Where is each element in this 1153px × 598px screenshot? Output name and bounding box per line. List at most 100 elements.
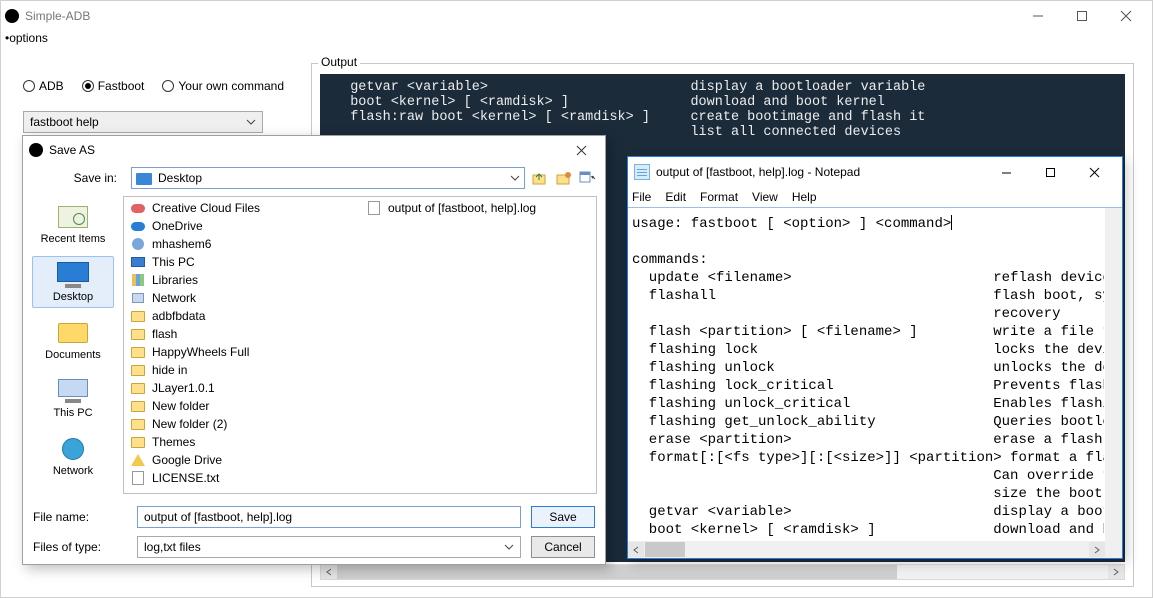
file-item-label: HappyWheels Full [152,345,249,359]
view-menu-button[interactable] [579,169,597,187]
file-item-label: Libraries [152,273,198,287]
file-item[interactable]: JLayer1.0.1 [124,379,360,397]
maximize-button[interactable] [1060,2,1104,30]
file-item-label: Creative Cloud Files [152,201,260,215]
file-item[interactable]: output of [fastboot, help].log [360,199,596,217]
dialog-icon [29,143,43,157]
dialog-close-button[interactable] [563,138,599,162]
file-item[interactable]: Google Drive [124,451,360,469]
folder-icon [131,437,145,448]
folder-icon [131,329,145,340]
folder-icon [131,347,145,358]
txt-icon [368,201,380,215]
lib-icon [132,274,144,286]
monitor-icon [57,262,89,282]
close-button[interactable] [1104,2,1148,30]
menu-options[interactable]: •options [1,31,1152,51]
filename-label: File name: [33,510,127,524]
main-titlebar[interactable]: Simple-ADB [1,1,1152,31]
file-item[interactable]: New folder (2) [124,415,360,433]
folder-icon [131,401,145,412]
scroll-thumb[interactable] [337,565,897,579]
np-minimize-button[interactable] [984,158,1028,186]
chevron-down-icon [246,117,256,127]
file-item[interactable]: HappyWheels Full [124,343,360,361]
notepad-titlebar[interactable]: output of [fastboot, help].log - Notepad [628,157,1122,187]
place-documents[interactable]: Documents [32,314,114,366]
user-icon [132,238,144,250]
radio-adb[interactable]: ADB [23,79,64,93]
file-item[interactable]: Themes [124,433,360,451]
up-one-level-button[interactable] [531,169,549,187]
text-cursor [951,215,952,230]
place-desktop[interactable]: Desktop [32,256,114,308]
desktop-icon [136,173,152,185]
command-combo[interactable]: fastboot help [23,111,263,133]
np-vscrollbar[interactable] [1105,208,1122,541]
np-menu-format[interactable]: Format [700,190,738,204]
chevron-down-icon [504,542,514,552]
onedrive-icon [131,222,145,231]
saveas-titlebar[interactable]: Save AS [23,136,605,164]
np-hscrollbar[interactable] [628,541,1105,558]
file-item-label: New folder [152,399,209,413]
gdrive-icon [131,454,145,466]
file-item-label: Network [152,291,196,305]
folder-icon [131,383,145,394]
np-menu-help[interactable]: Help [792,190,817,204]
scroll-right-icon[interactable] [1089,542,1105,557]
radio-fastboot[interactable]: Fastboot [82,79,145,93]
radio-adb-label: ADB [39,79,64,93]
file-item[interactable]: Network [124,289,360,307]
place-this-pc[interactable]: This PC [32,372,114,424]
np-close-button[interactable] [1072,158,1116,186]
file-item[interactable]: flash [124,325,360,343]
place-network[interactable]: Network [32,430,114,482]
file-item-label: hide in [152,363,187,377]
notepad-textarea[interactable]: usage: fastboot [ <option> ] <command> c… [632,212,1104,540]
scroll-right-icon[interactable] [1108,565,1124,579]
places-bar: Recent Items Desktop Documents This PC N… [23,192,123,498]
np-maximize-button[interactable] [1028,158,1072,186]
file-item[interactable]: hide in [124,361,360,379]
file-item[interactable]: Creative Cloud Files [124,199,360,217]
notepad-window: output of [fastboot, help].log - Notepad… [627,156,1123,559]
np-menu-file[interactable]: File [632,190,651,204]
txt-icon [132,471,144,485]
place-recent-items[interactable]: Recent Items [32,198,114,250]
network-icon [62,438,84,460]
radio-own-command[interactable]: Your own command [162,79,284,93]
app-icon [5,9,19,23]
notepad-icon [634,164,650,180]
file-item[interactable]: adbfbdata [124,307,360,325]
file-item[interactable]: Libraries [124,271,360,289]
scroll-left-icon[interactable] [321,565,337,579]
savein-combo[interactable]: Desktop [131,167,525,189]
folder-icon [131,365,145,376]
file-item-label: Themes [152,435,195,449]
savein-value: Desktop [158,171,202,185]
scroll-left-icon[interactable] [628,542,644,557]
file-list[interactable]: Creative Cloud Files OneDrivemhashem6 This… [123,196,597,494]
file-item[interactable]: LICENSE.txt [124,469,360,487]
file-item[interactable]: New folder [124,397,360,415]
scroll-thumb[interactable] [645,542,685,557]
filename-input[interactable]: output of [fastboot, help].log [137,506,521,528]
np-menu-edit[interactable]: Edit [665,190,686,204]
radio-fastboot-label: Fastboot [98,79,145,93]
file-item[interactable]: OneDrive [124,217,360,235]
file-item[interactable]: This PC [124,253,360,271]
new-folder-button[interactable] [555,169,573,187]
output-hscrollbar[interactable] [320,564,1125,580]
file-item[interactable]: mhashem6 [124,235,360,253]
np-menu-view[interactable]: View [752,190,778,204]
output-legend: Output [318,55,360,69]
notepad-menubar: File Edit Format View Help [628,187,1122,207]
main-title: Simple-ADB [25,9,90,23]
minimize-button[interactable] [1016,2,1060,30]
file-item-label: This PC [152,255,195,269]
pc-icon [58,379,88,397]
save-button[interactable]: Save [531,506,595,528]
filetype-select[interactable]: log,txt files [137,536,521,558]
cancel-button[interactable]: Cancel [531,536,595,558]
